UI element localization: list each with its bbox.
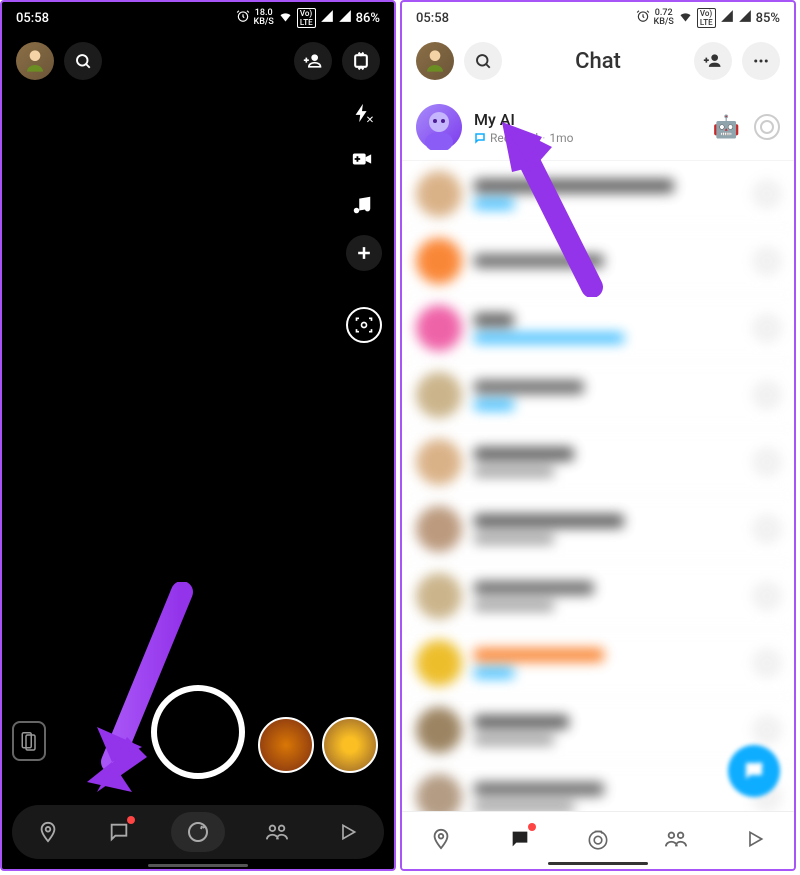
nav-camera[interactable] xyxy=(171,812,225,852)
nav-people[interactable] xyxy=(656,819,696,859)
home-indicator xyxy=(548,862,648,865)
status-bar-right: 05:58 0.72 KB/S Vo)LTE 85% xyxy=(402,2,794,32)
volte-icon: Vo)LTE xyxy=(697,8,716,28)
camera-icon[interactable] xyxy=(754,583,780,609)
page-title: Chat xyxy=(575,49,621,74)
add-friend-button[interactable] xyxy=(294,42,332,80)
chat-avatar xyxy=(416,573,462,619)
camera-screen: 05:58 18.0 KB/S Vo)LTE 86% xyxy=(0,0,396,871)
profile-avatar[interactable] xyxy=(16,42,54,80)
bottom-nav xyxy=(12,805,384,859)
battery-text: 85% xyxy=(756,11,780,26)
camera-icon[interactable] xyxy=(754,516,780,542)
camera-icon[interactable] xyxy=(754,717,780,743)
volte-icon: Vo)LTE xyxy=(297,8,316,28)
new-chat-fab[interactable] xyxy=(728,745,780,797)
chat-name: My AI xyxy=(474,110,701,129)
chat-avatar xyxy=(416,640,462,686)
chat-list: My AI Received · 1mo 🤖 xyxy=(402,90,794,835)
more-button[interactable] xyxy=(742,42,780,80)
nav-play[interactable] xyxy=(328,812,368,852)
chat-status: Received · 1mo xyxy=(474,131,701,145)
nav-chat-active[interactable] xyxy=(500,819,540,859)
flip-camera-button[interactable] xyxy=(342,42,380,80)
chat-row-blurred[interactable] xyxy=(402,496,794,563)
lens-option-1[interactable] xyxy=(258,717,314,773)
lens-option-2[interactable] xyxy=(322,717,378,773)
scan-button[interactable] xyxy=(346,307,382,343)
chat-avatar xyxy=(416,439,462,485)
chat-row-blurred[interactable] xyxy=(402,563,794,630)
chat-notification-dot xyxy=(127,816,135,824)
search-button[interactable] xyxy=(64,42,102,80)
chat-row-my-ai[interactable]: My AI Received · 1mo 🤖 xyxy=(402,94,794,161)
camera-icon[interactable] xyxy=(754,114,780,140)
data-speed: 0.72 KB/S xyxy=(654,9,674,27)
chat-row-blurred[interactable] xyxy=(402,630,794,697)
nav-map[interactable] xyxy=(28,812,68,852)
capture-button[interactable] xyxy=(151,685,245,779)
nav-people[interactable] xyxy=(257,812,297,852)
chat-row-blurred[interactable] xyxy=(402,295,794,362)
robot-icon: 🤖 xyxy=(713,115,740,140)
camera-header xyxy=(2,32,394,90)
chat-row-blurred[interactable] xyxy=(402,429,794,496)
chat-avatar xyxy=(416,171,462,217)
nav-map[interactable] xyxy=(421,819,461,859)
data-speed: 18.0 KB/S xyxy=(254,9,274,27)
home-indicator xyxy=(148,864,248,867)
camera-icon[interactable] xyxy=(754,650,780,676)
battery-text: 86% xyxy=(356,11,380,26)
camera-icon[interactable] xyxy=(754,248,780,274)
signal-icon xyxy=(320,9,334,27)
alarm-icon xyxy=(236,9,250,27)
music-icon[interactable] xyxy=(346,189,378,221)
status-time: 05:58 xyxy=(16,11,49,26)
chat-avatar xyxy=(416,707,462,753)
profile-avatar[interactable] xyxy=(416,42,454,80)
chat-row-blurred[interactable] xyxy=(402,362,794,429)
chat-avatar xyxy=(416,506,462,552)
signal-icon-2 xyxy=(338,9,352,27)
my-ai-avatar xyxy=(416,104,462,150)
status-bar-left: 05:58 18.0 KB/S Vo)LTE 86% xyxy=(2,2,394,32)
signal-icon xyxy=(720,9,734,27)
status-time: 05:58 xyxy=(416,11,449,26)
chat-avatar xyxy=(416,238,462,284)
camera-icon[interactable] xyxy=(754,181,780,207)
alarm-icon xyxy=(636,9,650,27)
camera-icon[interactable] xyxy=(754,382,780,408)
signal-icon-2 xyxy=(738,9,752,27)
wifi-icon xyxy=(678,9,693,28)
chat-header: Chat xyxy=(402,32,794,90)
chat-screen: 05:58 0.72 KB/S Vo)LTE 85% xyxy=(400,0,796,871)
chat-row-blurred[interactable] xyxy=(402,228,794,295)
camera-icon[interactable] xyxy=(754,449,780,475)
add-tool-button[interactable] xyxy=(346,235,382,271)
video-add-icon[interactable] xyxy=(346,143,378,175)
search-button[interactable] xyxy=(464,42,502,80)
chat-avatar xyxy=(416,372,462,418)
camera-icon[interactable] xyxy=(754,315,780,341)
chat-avatar xyxy=(416,305,462,351)
chat-notification-dot xyxy=(528,823,536,831)
camera-side-tools: ✕ xyxy=(346,97,382,271)
wifi-icon xyxy=(278,9,293,28)
nav-play[interactable] xyxy=(735,819,775,859)
lens-carousel xyxy=(258,717,378,773)
bottom-nav xyxy=(402,811,794,869)
chat-row-blurred[interactable] xyxy=(402,161,794,228)
nav-camera[interactable] xyxy=(578,819,618,859)
flash-icon[interactable]: ✕ xyxy=(346,97,378,129)
add-friend-button[interactable] xyxy=(694,42,732,80)
received-icon xyxy=(474,132,486,144)
nav-chat[interactable] xyxy=(99,812,139,852)
